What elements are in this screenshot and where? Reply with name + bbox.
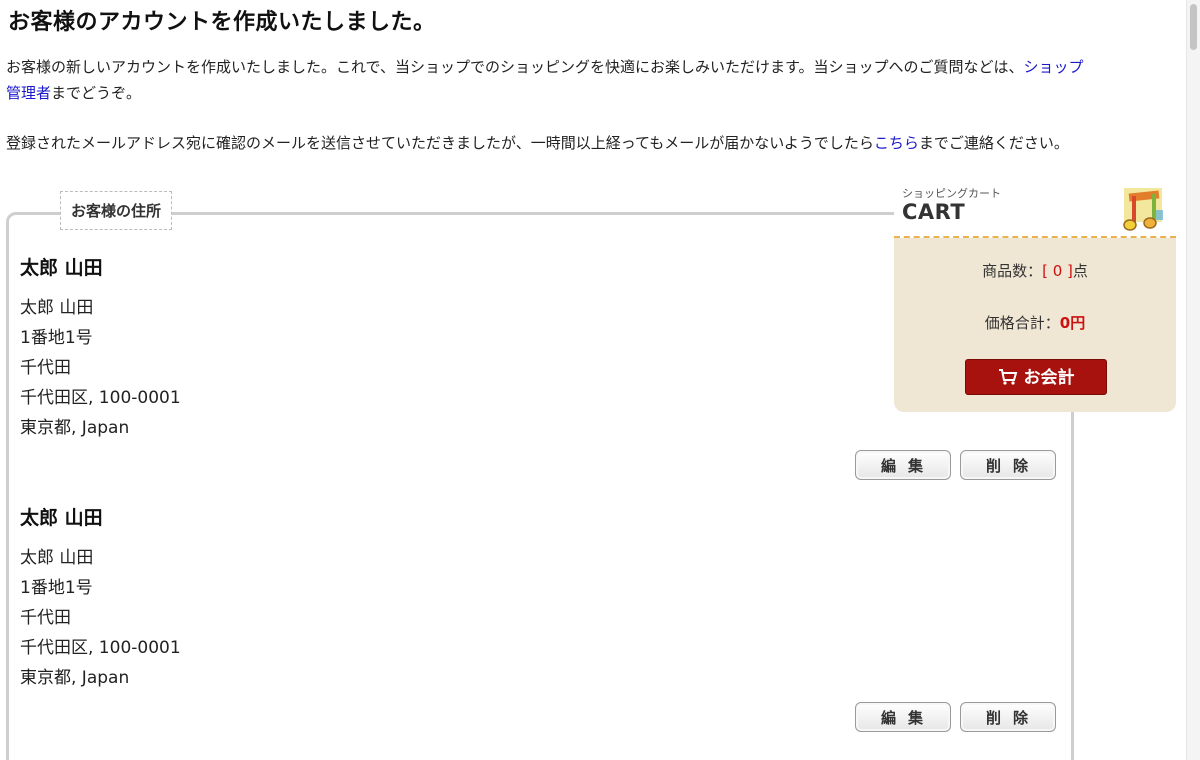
count-unit: 点	[1072, 262, 1088, 280]
checkout-label: お会計	[1023, 368, 1075, 388]
checkout-button[interactable]: お会計	[965, 359, 1107, 395]
total-value: 0円	[1059, 314, 1086, 332]
cart-widget: ショッピングカート CART 商品数：[ 0 ]点 価格合計：0円 お会計	[894, 180, 1176, 412]
address-line: 千代田区, 100-0001	[20, 388, 181, 408]
page: お客様のアカウントを作成いたしました。 お客様の新しいアカウントを作成いたしまし…	[0, 0, 1200, 760]
shopping-cart-icon	[998, 369, 1017, 385]
cart-title: CART	[902, 200, 966, 224]
count-value: [ 0 ]	[1042, 262, 1073, 280]
mail-tail: までご連絡ください。	[918, 134, 1069, 152]
address-line: 1番地1号	[20, 578, 93, 598]
address-line: 千代田	[20, 608, 71, 628]
intro-paragraph: お客様の新しいアカウントを作成いたしました。これで、当ショップでのショッピングを…	[6, 54, 1086, 106]
address-line: 1番地1号	[20, 328, 93, 348]
edit-address-button[interactable]: 編集	[855, 450, 951, 480]
address-line: 太郎 山田	[20, 548, 94, 568]
intro-tail: までどうぞ。	[51, 84, 142, 102]
address-line: 東京都, Japan	[20, 418, 130, 438]
intro-text: お客様の新しいアカウントを作成いたしました。これで、当ショップでのショッピングを…	[6, 58, 1024, 76]
delete-address-button[interactable]: 削除	[960, 450, 1056, 480]
cart-header: ショッピングカート CART	[894, 180, 1176, 238]
address-entry: 太郎 山田 太郎 山田 1番地1号 千代田 千代田区, 100-0001 東京都…	[20, 503, 181, 693]
mail-text: 登録されたメールアドレス宛に確認のメールを送信させていただきましたが、一時間以上…	[6, 134, 874, 152]
page-title: お客様のアカウントを作成いたしました。	[8, 10, 436, 35]
address-line: 太郎 山田	[20, 298, 94, 318]
count-label: 商品数：	[982, 262, 1043, 280]
address-name: 太郎 山田	[20, 507, 103, 529]
cart-subtitle: ショッピングカート	[902, 187, 1001, 200]
address-name: 太郎 山田	[20, 257, 103, 279]
scrollbar-thumb[interactable]	[1190, 4, 1197, 50]
contact-link[interactable]: こちら	[874, 134, 919, 152]
delete-address-button[interactable]: 削除	[960, 702, 1056, 732]
music-notes-icon	[1123, 188, 1163, 231]
total-label: 価格合計：	[984, 314, 1060, 332]
cart-item-count: 商品数：[ 0 ]点	[894, 260, 1176, 281]
address-line: 東京都, Japan	[20, 668, 130, 688]
vertical-scrollbar[interactable]	[1186, 0, 1200, 760]
address-line: 千代田	[20, 358, 71, 378]
mail-paragraph: 登録されたメールアドレス宛に確認のメールを送信させていただきましたが、一時間以上…	[6, 130, 1086, 156]
cart-total: 価格合計：0円	[894, 312, 1176, 333]
address-entry: 太郎 山田 太郎 山田 1番地1号 千代田 千代田区, 100-0001 東京都…	[20, 253, 181, 443]
edit-address-button[interactable]: 編集	[855, 702, 951, 732]
address-legend: お客様の住所	[60, 191, 173, 230]
address-line: 千代田区, 100-0001	[20, 638, 181, 658]
